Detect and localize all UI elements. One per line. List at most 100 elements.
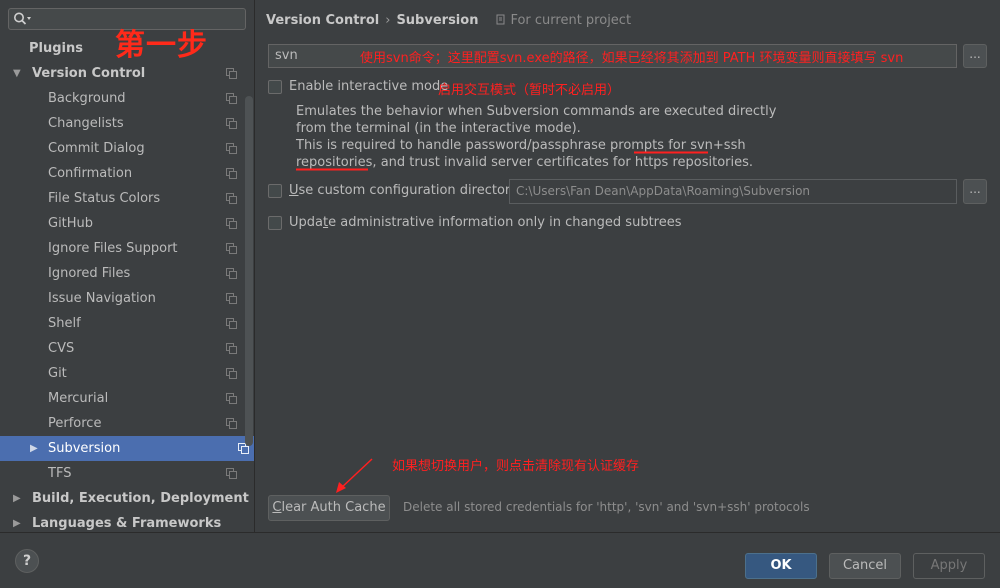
cancel-button[interactable]: Cancel [829, 553, 901, 579]
sidebar-item-subversion[interactable]: ▶ Subversion [0, 436, 254, 461]
sidebar-item-changelists[interactable]: Changelists [0, 111, 243, 136]
sidebar-item-mercurial[interactable]: Mercurial [0, 386, 243, 411]
help-icon[interactable]: ? [15, 549, 39, 573]
description-line-2: from the terminal (in the interactive mo… [296, 121, 581, 136]
project-settings-icon [226, 193, 237, 204]
sidebar-item-tfs[interactable]: TFS [0, 461, 243, 486]
project-settings-icon [226, 393, 237, 404]
sidebar-item-label: Background [48, 91, 126, 106]
sidebar-item-plugins[interactable]: Plugins [0, 36, 243, 61]
clear-auth-cache-description: Delete all stored credentials for 'http'… [403, 500, 810, 514]
project-settings-icon [226, 293, 237, 304]
config-dir-field[interactable]: C:\Users\Fan Dean\AppData\Roaming\Subver… [509, 179, 957, 204]
annotation-svn-path: 使用svn命令；这里配置svn.exe的路径，如果已经将其添加到 PATH 环境… [360, 51, 904, 66]
sidebar-item-version-control[interactable]: ▼ Version Control [0, 61, 243, 86]
breadcrumb-separator-icon: › [385, 13, 391, 28]
annotation-underline-1 [634, 151, 708, 154]
custom-config-dir-checkbox[interactable] [268, 184, 282, 198]
custom-config-dir-mnemonic: U [289, 183, 299, 198]
sidebar-item-label: Ignore Files Support [48, 241, 178, 256]
project-settings-icon [226, 268, 237, 279]
annotation-underline-2 [296, 168, 368, 171]
sidebar-item-label: TFS [48, 466, 72, 481]
annotation-interactive-mode: 启用交互模式（暂时不必启用） [438, 83, 621, 98]
description-line-1: Emulates the behavior when Subversion co… [296, 104, 777, 119]
update-label-pre: Upda [289, 215, 323, 230]
sidebar-item-label: File Status Colors [48, 191, 161, 206]
sidebar-item-ignore-files-support[interactable]: Ignore Files Support [0, 236, 243, 261]
annotation-clear-cache: 如果想切换用户，则点击清除现有认证缓存 [392, 459, 640, 474]
sidebar-item-github[interactable]: GitHub [0, 211, 243, 236]
breadcrumb-parent[interactable]: Version Control [266, 13, 379, 28]
sidebar-item-label: Shelf [48, 316, 81, 331]
sidebar-item-label: Perforce [48, 416, 102, 431]
project-scope-icon [496, 14, 505, 25]
custom-config-dir-text: se custom configuration directory: [298, 183, 522, 198]
sidebar-item-confirmation[interactable]: Confirmation [0, 161, 243, 186]
sidebar-item-issue-navigation[interactable]: Issue Navigation [0, 286, 243, 311]
project-settings-icon [226, 418, 237, 429]
project-settings-icon [226, 368, 237, 379]
search-icon [14, 12, 31, 25]
ok-button[interactable]: OK [745, 553, 817, 579]
settings-sidebar: 第一步 Plugins ▼ Version Control Background Cha… [0, 0, 255, 532]
sidebar-item-label: Confirmation [48, 166, 133, 181]
sidebar-item-shelf[interactable]: Shelf [0, 311, 243, 336]
scope-label: For current project [510, 13, 632, 28]
project-settings-icon [226, 318, 237, 329]
chevron-right-icon[interactable]: ▶ [13, 486, 21, 511]
config-dir-value: C:\Users\Fan Dean\AppData\Roaming\Subver… [516, 184, 811, 198]
sidebar-item-languages-frameworks[interactable]: ▶ Languages & Frameworks [0, 511, 243, 532]
sidebar-item-ignored-files[interactable]: Ignored Files [0, 261, 243, 286]
project-settings-icon [226, 143, 237, 154]
sidebar-item-label: Build, Execution, Deployment [32, 491, 249, 506]
project-settings-icon [226, 93, 237, 104]
sidebar-item-commit-dialog[interactable]: Commit Dialog [0, 136, 243, 161]
project-settings-icon [226, 118, 237, 129]
project-settings-icon [226, 68, 237, 79]
sidebar-item-label: CVS [48, 341, 75, 356]
browse-config-dir-button[interactable]: ... [963, 179, 987, 204]
breadcrumb-current: Subversion [396, 13, 479, 28]
update-admin-info-label[interactable]: Update administrative information only i… [289, 215, 682, 230]
sidebar-item-label: Languages & Frameworks [32, 516, 222, 531]
sidebar-item-file-status-colors[interactable]: File Status Colors [0, 186, 243, 211]
svn-executable-value: svn [275, 48, 298, 63]
sidebar-item-label: Changelists [48, 116, 124, 131]
sidebar-item-label: Plugins [29, 41, 83, 56]
sidebar-item-label: Commit Dialog [48, 141, 145, 156]
clear-cache-text: lear Auth Cache [281, 500, 386, 515]
sidebar-item-label: GitHub [48, 216, 94, 231]
interactive-mode-label[interactable]: Enable interactive mode [289, 79, 448, 94]
breadcrumb: Version Control › Subversion For current pr… [266, 12, 631, 30]
sidebar-item-label: Issue Navigation [48, 291, 156, 306]
chevron-right-icon[interactable]: ▶ [13, 511, 21, 532]
sidebar-item-label: Mercurial [48, 391, 109, 406]
sidebar-item-perforce[interactable]: Perforce [0, 411, 243, 436]
clear-auth-cache-button[interactable]: Clear Auth Cache [268, 495, 390, 521]
sidebar-item-label: Version Control [32, 66, 146, 81]
sidebar-item-cvs[interactable]: CVS [0, 336, 243, 361]
sidebar-scrollbar[interactable] [245, 96, 253, 446]
interactive-mode-description: Emulates the behavior when Subversion co… [296, 103, 777, 171]
annotation-arrow-icon [336, 458, 373, 493]
interactive-mode-checkbox[interactable] [268, 80, 282, 94]
browse-svn-button[interactable]: ... [963, 44, 987, 68]
dialog-button-bar: ? OK Cancel Apply [0, 532, 1000, 588]
sidebar-item-git[interactable]: Git [0, 361, 243, 386]
sidebar-item-label: Git [48, 366, 67, 381]
project-settings-icon [226, 218, 237, 229]
apply-button[interactable]: Apply [913, 553, 985, 579]
project-settings-icon [226, 168, 237, 179]
sidebar-item-label: Ignored Files [48, 266, 131, 281]
chevron-right-icon[interactable]: ▶ [30, 436, 38, 461]
update-admin-info-checkbox[interactable] [268, 216, 282, 230]
project-settings-icon [226, 343, 237, 354]
sidebar-item-background[interactable]: Background [0, 86, 243, 111]
sidebar-item-build-execution-deployment[interactable]: ▶ Build, Execution, Deployment [0, 486, 249, 511]
chevron-down-icon[interactable]: ▼ [13, 61, 21, 86]
project-settings-icon [226, 468, 237, 479]
custom-config-dir-label[interactable]: Use custom configuration directory: [289, 183, 521, 198]
project-settings-icon [226, 243, 237, 254]
sidebar-item-label: Subversion [48, 441, 121, 456]
